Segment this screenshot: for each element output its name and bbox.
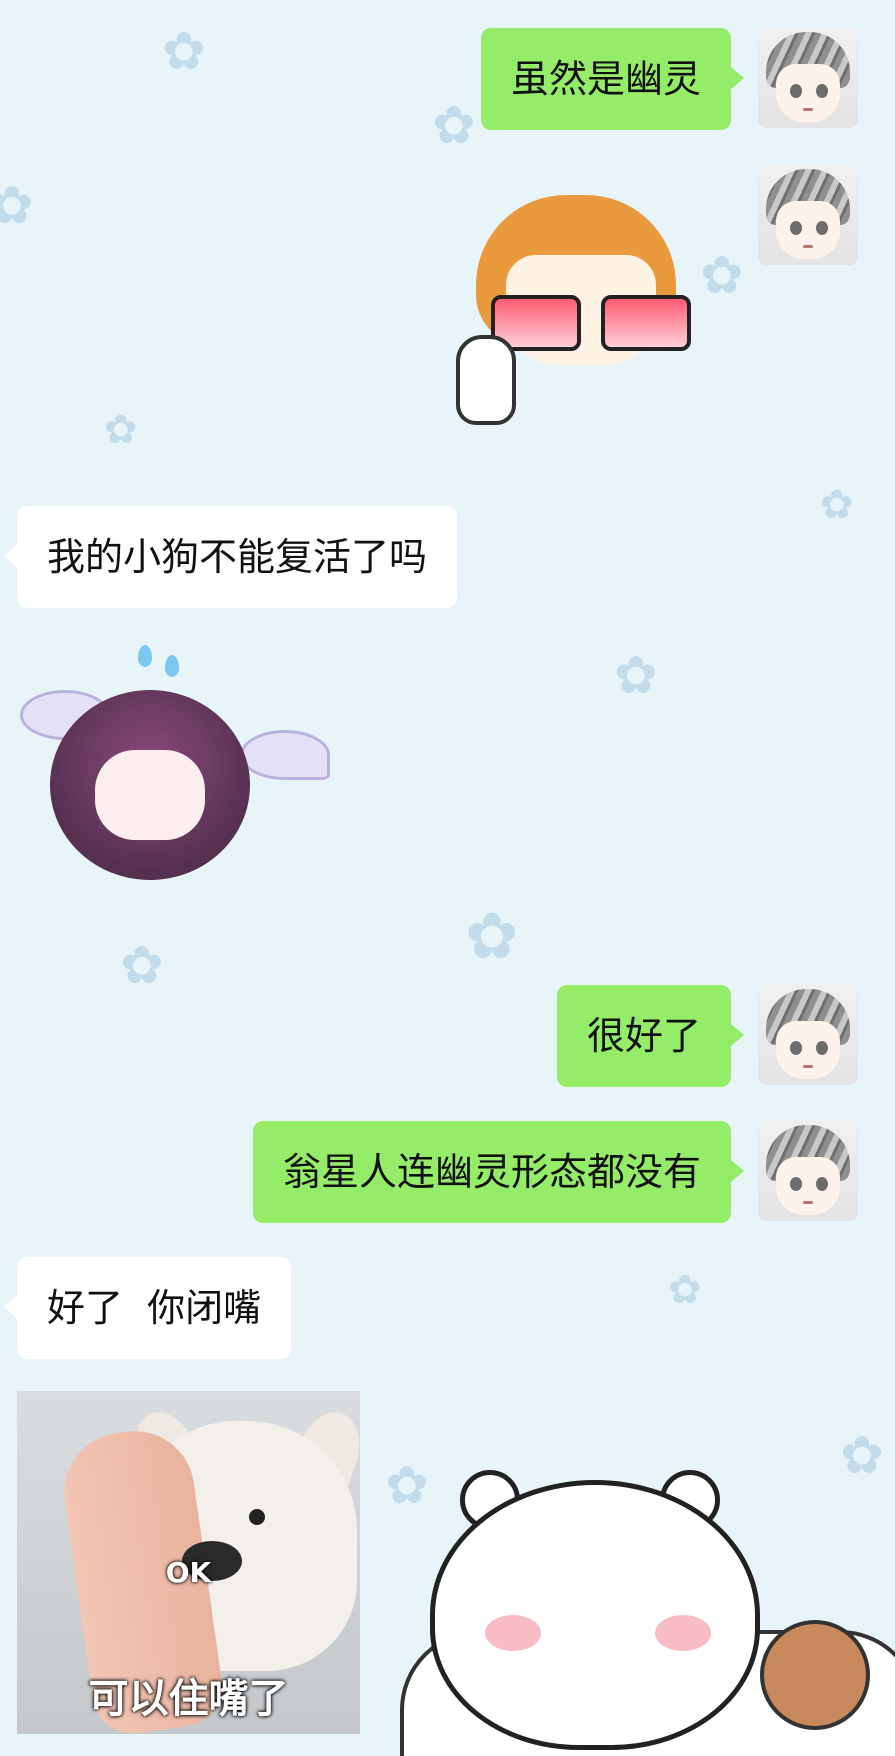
message-bubble-received[interactable]: 好了 你闭嘴 [3,1257,292,1359]
star-icon: ✿ [104,407,138,453]
user-avatar[interactable] [758,165,858,265]
sweat-drop-icon [138,645,152,667]
sweat-drop-icon [165,655,179,677]
star-icon: ✿ [820,482,854,528]
crying-purple-hair-character-sticker[interactable] [20,640,340,940]
meme-image-dog[interactable]: OK 可以住嘴了 [17,1391,360,1734]
pointing-hand-icon [456,335,516,425]
star-icon: ✿ [120,936,164,996]
message-bubble-sent[interactable]: 虽然是幽灵 [480,28,745,130]
small-brown-bear-illustration [760,1620,870,1730]
bear-head [430,1480,760,1750]
bear-blush [655,1615,711,1651]
user-avatar[interactable] [758,985,858,1085]
user-avatar[interactable] [758,1121,858,1221]
message-bubble-sent[interactable]: 翁星人连幽灵形态都没有 [252,1121,745,1223]
star-icon: ✿ [614,646,658,706]
message-bubble-received[interactable]: 我的小狗不能复活了吗 [3,506,458,608]
bear-blush [485,1615,541,1651]
message-bubble-sent[interactable]: 很好了 [556,985,745,1087]
star-icon: ✿ [668,1267,702,1313]
orange-hair-glasses-character-sticker[interactable] [436,165,716,465]
meme-overlay-text: OK [165,1556,212,1589]
white-bear-illustration [400,1450,895,1756]
meme-caption: 可以住嘴了 [88,1676,289,1722]
star-icon: ✿ [432,96,476,156]
star-icon: ✿ [0,176,34,236]
user-avatar[interactable] [758,28,858,128]
star-icon: ✿ [162,22,206,82]
star-icon: ✿ [465,900,519,974]
